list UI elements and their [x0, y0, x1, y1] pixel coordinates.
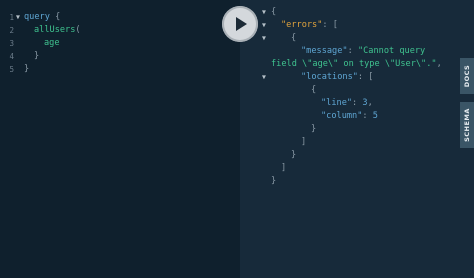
colon: :	[352, 98, 358, 108]
line-number: 5	[9, 65, 14, 74]
line-number: 2	[9, 26, 14, 35]
brace: {	[55, 12, 61, 22]
result-line: {	[271, 6, 276, 19]
result-line: field \"age\" on type \"User\".",	[271, 58, 442, 71]
graphiql-window: 1 2 3 4 5 ▼ query { allUsers( age } } ▼ …	[0, 0, 474, 278]
run-query-button[interactable]	[222, 6, 258, 42]
result-line: "errors": [	[281, 19, 338, 32]
schema-tab[interactable]: SCHEMA	[460, 102, 474, 148]
column-value: 5	[372, 111, 378, 121]
locations-key: "locations"	[301, 72, 358, 82]
result-line: "column": 5	[321, 110, 378, 123]
brace: {	[311, 85, 317, 95]
colon: :	[362, 111, 368, 121]
query-keyword: query	[24, 12, 50, 22]
column-key: "column"	[321, 111, 363, 121]
result-line: ]	[301, 136, 306, 149]
bracket: ]	[301, 137, 307, 147]
docs-tab-label: DOCS	[463, 64, 471, 88]
brace: }	[311, 124, 317, 134]
line-number: 1	[9, 13, 14, 22]
result-line: "locations": [	[301, 71, 373, 84]
query-line-3: age	[44, 37, 60, 50]
bracket: [	[368, 72, 374, 82]
fold-arrow-icon[interactable]: ▼	[16, 11, 20, 24]
paren: (	[75, 25, 81, 35]
colon: :	[347, 46, 353, 56]
query-line-4: }	[34, 50, 39, 63]
brace: }	[24, 64, 30, 74]
colon: :	[357, 72, 364, 82]
comma: ,	[436, 59, 442, 69]
schema-tab-label: SCHEMA	[463, 108, 471, 142]
result-line: "message": "Cannot query	[301, 45, 425, 58]
fold-arrow-icon[interactable]: ▼	[262, 19, 266, 32]
line-number: 4	[9, 52, 14, 61]
result-line: }	[291, 149, 296, 162]
brace: }	[34, 51, 40, 61]
result-line: }	[311, 123, 316, 136]
message-value: "Cannot query	[357, 46, 426, 56]
play-icon	[236, 17, 247, 31]
query-line-5: }	[24, 63, 29, 76]
bracket: [	[332, 20, 338, 30]
docs-tab[interactable]: DOCS	[460, 58, 474, 94]
line-number: 3	[9, 39, 14, 48]
message-value-cont: field \"age\" on type \"User\"."	[271, 59, 437, 69]
fold-arrow-icon[interactable]: ▼	[262, 71, 266, 84]
brace: }	[291, 150, 297, 160]
result-line: "line": 3,	[321, 97, 373, 110]
colon: :	[322, 20, 328, 30]
field-all-users: allUsers	[34, 25, 76, 35]
brace: {	[291, 33, 297, 43]
query-editor[interactable]: 1 2 3 4 5 ▼ query { allUsers( age } }	[0, 0, 240, 278]
line-key: "line"	[321, 98, 353, 108]
query-line-2: allUsers(	[34, 24, 81, 37]
errors-key: "errors"	[281, 20, 323, 30]
brace: }	[271, 176, 277, 186]
message-key: "message"	[301, 46, 348, 56]
field-age: age	[44, 38, 60, 48]
result-line: }	[271, 175, 276, 188]
comma: ,	[367, 98, 373, 108]
result-viewer[interactable]: ▼ { ▼ "errors": [ ▼ { "message": "Cannot…	[240, 0, 474, 278]
result-line: {	[291, 32, 296, 45]
bracket: ]	[281, 163, 287, 173]
fold-arrow-icon[interactable]: ▼	[262, 32, 266, 45]
result-line: {	[311, 84, 316, 97]
result-line: ]	[281, 162, 286, 175]
fold-arrow-icon[interactable]: ▼	[262, 6, 266, 19]
brace: {	[271, 7, 277, 17]
query-line-1: query {	[24, 11, 60, 24]
